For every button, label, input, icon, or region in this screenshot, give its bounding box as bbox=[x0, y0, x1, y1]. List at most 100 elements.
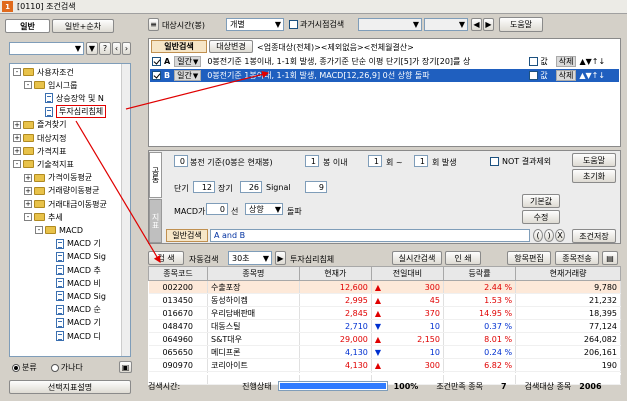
not-option[interactable]: NOT 결과제외 bbox=[490, 156, 551, 167]
expander-icon[interactable]: - bbox=[24, 81, 32, 90]
radio-category[interactable]: 분류 bbox=[12, 362, 37, 373]
tab-general-search[interactable]: 일반검색 bbox=[151, 40, 207, 53]
signal-input[interactable]: 9 bbox=[305, 181, 327, 193]
list-icon[interactable]: ≡ bbox=[148, 18, 159, 31]
side-tab-common[interactable]: 공통 bbox=[149, 152, 162, 198]
column-header[interactable]: 종목코드 bbox=[148, 266, 208, 281]
row-a-period[interactable]: 일간 ▼ bbox=[174, 56, 202, 67]
category-combo[interactable]: ▼ bbox=[9, 42, 84, 55]
default-button[interactable]: 기본값 bbox=[522, 194, 560, 208]
tree-node[interactable]: + 즐겨찾기 bbox=[13, 119, 66, 131]
clear-bracket-button[interactable]: X bbox=[555, 229, 565, 242]
tree-node[interactable]: + 거래대금이동평균 bbox=[24, 198, 107, 210]
logic-expression-input[interactable]: A and B bbox=[210, 229, 530, 242]
table-row[interactable]: 013450 동성하이켐 2,995 ▲ 45 1.53 % 21,232 bbox=[148, 293, 621, 307]
tree-node[interactable]: + 가격이동평균 bbox=[24, 172, 92, 184]
tree-node[interactable]: MACD 기 bbox=[46, 238, 101, 250]
row-a-move-icons[interactable]: ▲▼↑↓ bbox=[579, 57, 605, 66]
auto-refresh-select[interactable]: 30초 ▼ bbox=[228, 251, 272, 265]
direction-select[interactable]: 상향 ▼ bbox=[245, 203, 283, 215]
tree-node[interactable]: MACD 기 bbox=[46, 317, 101, 329]
tree-node[interactable]: - 사용자조건 bbox=[13, 66, 74, 78]
tree-node[interactable]: - 기술적지표 bbox=[13, 158, 74, 170]
long-input[interactable]: 26 bbox=[240, 181, 262, 193]
row-b-period[interactable]: 일간 ▼ bbox=[174, 70, 202, 81]
tree-node[interactable]: MACD 추 bbox=[46, 264, 101, 276]
side-tab-indicator[interactable]: 지표 bbox=[149, 199, 162, 243]
result-table[interactable]: 종목코드 종목명 현재가 전일대비 등락률 현재거래량 002200 수출포장 12,600 ▲… bbox=[148, 266, 621, 385]
prev-icon[interactable]: ‹ bbox=[112, 42, 121, 55]
open-bracket-button[interactable]: ( bbox=[533, 229, 543, 242]
radio-alphabetical[interactable]: 가나다 bbox=[50, 362, 83, 373]
past-date-select[interactable]: ▼ bbox=[358, 18, 422, 31]
tree-node[interactable]: MACD 순 bbox=[46, 304, 101, 316]
column-header[interactable]: 전일대비 bbox=[370, 266, 444, 281]
row-b-delete-button[interactable]: 삭제 bbox=[555, 70, 577, 81]
export-icon[interactable]: ▤ bbox=[602, 251, 618, 265]
realtime-search-button[interactable]: 실시간검색 bbox=[392, 251, 442, 265]
close-bracket-button[interactable]: ) bbox=[544, 229, 554, 242]
tree-node[interactable]: MACD Sig bbox=[46, 290, 106, 302]
count-from-input[interactable]: 1 bbox=[368, 155, 382, 167]
bong-input[interactable]: 0 bbox=[174, 155, 188, 167]
row-b-value-checkbox[interactable] bbox=[529, 71, 539, 80]
change-target-button[interactable]: 대상변경 bbox=[209, 40, 253, 53]
expander-icon[interactable]: + bbox=[24, 173, 32, 182]
past-search-checkbox[interactable] bbox=[289, 20, 298, 29]
expander-icon[interactable]: - bbox=[35, 226, 43, 235]
expander-icon[interactable]: + bbox=[13, 120, 21, 129]
modify-button[interactable]: 수정 bbox=[522, 210, 560, 224]
expand-icon[interactable]: ▣ bbox=[119, 361, 132, 373]
help-button[interactable]: 도움말 bbox=[499, 17, 543, 32]
table-row[interactable]: 090970 코리아이트 4,130 ▲ 300 6.82 % 190 bbox=[148, 358, 621, 372]
expander-icon[interactable]: - bbox=[13, 68, 21, 76]
tree-node[interactable]: + 거래량이동평균 bbox=[24, 185, 100, 197]
edit-items-button[interactable]: 항목편집 bbox=[507, 251, 551, 265]
expander-icon[interactable]: + bbox=[24, 200, 32, 208]
play-icon[interactable]: ▶ bbox=[275, 251, 286, 265]
column-header[interactable]: 현재가 bbox=[298, 266, 372, 281]
short-input[interactable]: 12 bbox=[193, 181, 215, 193]
expander-icon[interactable]: - bbox=[24, 213, 32, 222]
tree-node[interactable]: 투자심리침체 bbox=[35, 105, 107, 119]
line-input[interactable]: 0 bbox=[206, 203, 228, 215]
param-help-button[interactable]: 도움말 bbox=[572, 153, 616, 167]
past-prev-icon[interactable]: ◀ bbox=[471, 18, 482, 31]
filter-icon[interactable]: ▼ bbox=[86, 42, 98, 55]
tree-node[interactable]: MACD 비 bbox=[46, 277, 101, 289]
past-search-option[interactable]: 과거시점검색 bbox=[289, 19, 344, 30]
expander-icon[interactable]: + bbox=[13, 147, 21, 156]
tree-node[interactable]: - 추세 bbox=[24, 211, 63, 223]
condition-row-a[interactable]: A 일간 ▼ 0봉전기준 1봉이내, 1-1회 발생, 종가기준 단순 이평 단기… bbox=[150, 55, 619, 68]
past-next-icon[interactable]: ▶ bbox=[483, 18, 494, 31]
row-b-checkbox[interactable] bbox=[152, 71, 161, 80]
condition-row-b[interactable]: B 일간 ▼ 0봉전기준 1봉이내, 1-1회 발생, MACD[12,26,9]… bbox=[150, 69, 619, 82]
expander-icon[interactable]: + bbox=[24, 186, 32, 195]
table-row[interactable]: 065650 메디프론 4,130 ▼ 10 0.24 % 206,161 bbox=[148, 345, 621, 359]
past-time-select[interactable]: ▼ bbox=[424, 18, 468, 31]
indicator-tree[interactable]: - 사용자조건 - 임시그룹 상승장악 및 N 투자심리침체 + 즐겨찾기 + 대상지정 + 가격지표… bbox=[9, 63, 131, 357]
indicator-description-button[interactable]: 선택지표설명 bbox=[9, 380, 131, 394]
transfer-stocks-button[interactable]: 종목전송 bbox=[555, 251, 599, 265]
tab-general[interactable]: 일반 bbox=[5, 19, 50, 33]
tree-node[interactable]: MACD 디 bbox=[46, 330, 101, 342]
help-icon[interactable]: ? bbox=[99, 42, 111, 55]
tree-scrollbar[interactable] bbox=[121, 64, 130, 356]
tree-node[interactable]: 상승장악 및 N bbox=[35, 92, 104, 104]
expander-icon[interactable]: - bbox=[13, 160, 21, 169]
tree-node[interactable]: - MACD bbox=[35, 224, 83, 236]
row-a-checkbox[interactable] bbox=[152, 57, 161, 66]
next-icon[interactable]: › bbox=[122, 42, 131, 55]
target-time-select[interactable]: 개별 ▼ bbox=[226, 18, 284, 31]
row-b-move-icons[interactable]: ▲▼↑↓ bbox=[579, 71, 605, 80]
print-button[interactable]: 인 쇄 bbox=[445, 251, 481, 265]
table-row[interactable]: 002200 수출포장 12,600 ▲ 300 2.44 % 9,780 bbox=[148, 280, 621, 294]
save-condition-button[interactable]: 조건저장 bbox=[572, 229, 616, 243]
tree-node[interactable]: MACD Sig bbox=[46, 251, 106, 263]
table-row[interactable]: 016670 우리담배판매 2,845 ▲ 370 14.95 % 18,395 bbox=[148, 306, 621, 320]
column-header[interactable]: 종목명 bbox=[207, 266, 300, 281]
row-a-delete-button[interactable]: 삭제 bbox=[555, 56, 577, 67]
within-input[interactable]: 1 bbox=[305, 155, 319, 167]
column-header[interactable]: 등락률 bbox=[442, 266, 517, 281]
expander-icon[interactable]: + bbox=[13, 134, 21, 142]
